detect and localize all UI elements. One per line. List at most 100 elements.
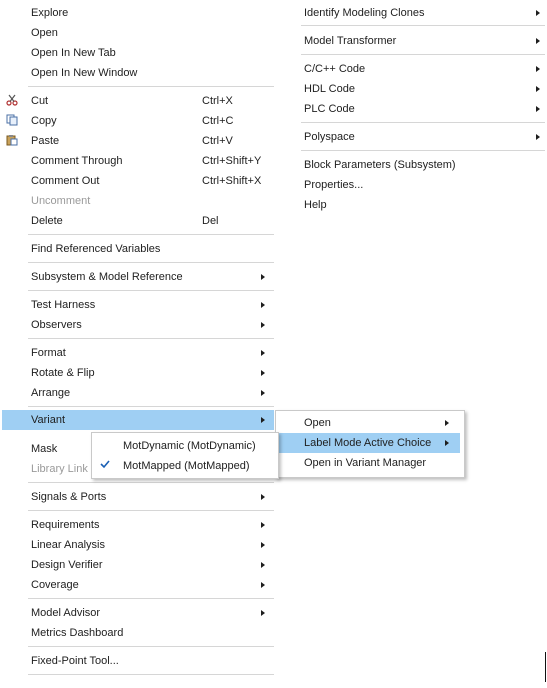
menu-item-format[interactable]: Format [31, 343, 271, 363]
menu-item-help[interactable]: Help [304, 195, 544, 215]
menu-item-label: Comment Through [31, 155, 123, 167]
menu-separator [28, 598, 274, 599]
chevron-right-icon [261, 302, 265, 308]
chevron-right-icon [261, 582, 265, 588]
menu-item-label: Polyspace [304, 131, 355, 143]
menu-item-model-transformer[interactable]: Model Transformer [304, 31, 544, 51]
menu-item-label: MotDynamic (MotDynamic) [123, 440, 256, 452]
menu-item-mask[interactable]: Mask [31, 439, 91, 459]
menu-item-label: Fixed-Point Tool... [31, 655, 119, 667]
menu-item-explore[interactable]: Explore [31, 3, 271, 23]
menu-separator [28, 482, 274, 483]
menu-item-comment-out[interactable]: Comment Out Ctrl+Shift+X [31, 171, 271, 191]
menu-item-find-referenced-variables[interactable]: Find Referenced Variables [31, 239, 271, 259]
menu-item-label: Paste [31, 135, 60, 147]
menu-item-design-verifier[interactable]: Design Verifier [31, 555, 271, 575]
menu-item-variant[interactable]: Variant [31, 410, 271, 430]
menu-separator [301, 54, 545, 55]
menu-item-label: Variant [31, 414, 66, 426]
variant-submenu: Open Label Mode Active Choice Open in Va… [275, 410, 465, 478]
menu-item-linear-analysis[interactable]: Linear Analysis [31, 535, 271, 555]
menu-item-open[interactable]: Open [31, 23, 271, 43]
menu-item-comment-through[interactable]: Comment Through Ctrl+Shift+Y [31, 151, 271, 171]
scissors-icon [6, 94, 18, 106]
menu-item-fixed-point-tool[interactable]: Fixed-Point Tool... [31, 651, 271, 671]
menu-separator [28, 338, 274, 339]
menu-item-signals-ports[interactable]: Signals & Ports [31, 487, 271, 507]
menu-item-model-advisor[interactable]: Model Advisor [31, 603, 271, 623]
menu-item-copy[interactable]: Copy Ctrl+C [31, 111, 271, 131]
chevron-right-icon [261, 542, 265, 548]
menu-item-label: Model Transformer [304, 35, 397, 47]
menu-item-label: Delete [31, 215, 63, 227]
menu-item-rotate-flip[interactable]: Rotate & Flip [31, 363, 271, 383]
menu-item-label: Properties... [304, 179, 364, 191]
chevron-right-icon [261, 350, 265, 356]
menu-item-label: Library Link [31, 463, 88, 475]
menu-item-label: Metrics Dashboard [31, 627, 124, 639]
menu-item-label: Observers [31, 319, 82, 331]
menu-item-hdl-code[interactable]: HDL Code [304, 79, 544, 99]
menu-item-observers[interactable]: Observers [31, 315, 271, 335]
menu-item-arrange[interactable]: Arrange [31, 383, 271, 403]
menu-item-label: Subsystem & Model Reference [31, 271, 183, 283]
choice-item-mot-dynamic[interactable]: MotDynamic (MotDynamic) [123, 436, 273, 456]
menu-item-label: Open in Variant Manager [304, 457, 427, 469]
menu-item-label: Copy [31, 115, 57, 127]
chevron-right-icon [536, 38, 540, 44]
menu-separator [28, 510, 274, 511]
menu-item-label: Identify Modeling Clones [304, 7, 425, 19]
chevron-right-icon [536, 134, 540, 140]
menu-item-label: Signals & Ports [31, 491, 107, 503]
submenu-item-open[interactable]: Open [304, 413, 460, 433]
menu-item-paste[interactable]: Paste Ctrl+V [31, 131, 271, 151]
menu-item-label: Label Mode Active Choice [304, 437, 432, 449]
menu-separator [301, 25, 545, 26]
menu-item-block-parameters[interactable]: Block Parameters (Subsystem) [304, 155, 544, 175]
menu-item-subsystem-model-reference[interactable]: Subsystem & Model Reference [31, 267, 271, 287]
menu-item-open-new-window[interactable]: Open In New Window [31, 63, 271, 83]
shortcut-label: Ctrl+Shift+X [202, 175, 262, 187]
menu-item-label: Open [31, 27, 58, 39]
window-edge [545, 652, 546, 682]
chevron-right-icon [261, 522, 265, 528]
menu-item-properties[interactable]: Properties... [304, 175, 544, 195]
menu-item-label: Format [31, 347, 66, 359]
chevron-right-icon [261, 562, 265, 568]
menu-item-label: Test Harness [31, 299, 96, 311]
menu-item-label: Design Verifier [31, 559, 103, 571]
menu-separator [28, 674, 274, 675]
menu-item-label: Linear Analysis [31, 539, 105, 551]
menu-item-label: Uncomment [31, 195, 91, 207]
menu-item-requirements[interactable]: Requirements [31, 515, 271, 535]
context-menu-left: Explore Open Open In New Tab Open In New… [0, 0, 275, 688]
submenu-item-open-in-variant-manager[interactable]: Open in Variant Manager [304, 453, 460, 473]
menu-item-coverage[interactable]: Coverage [31, 575, 271, 595]
menu-separator [301, 122, 545, 123]
chevron-right-icon [536, 86, 540, 92]
menu-item-identify-modeling-clones[interactable]: Identify Modeling Clones [304, 3, 544, 23]
menu-item-label: C/C++ Code [304, 63, 366, 75]
choice-item-mot-mapped[interactable]: MotMapped (MotMapped) [123, 456, 273, 476]
menu-item-label: Block Parameters (Subsystem) [304, 159, 456, 171]
chevron-right-icon [261, 274, 265, 280]
menu-separator [28, 290, 274, 291]
menu-item-delete[interactable]: Delete Del [31, 211, 271, 231]
shortcut-label: Del [202, 215, 219, 227]
menu-item-c-cpp-code[interactable]: C/C++ Code [304, 59, 544, 79]
menu-item-metrics-dashboard[interactable]: Metrics Dashboard [31, 623, 271, 643]
menu-item-label: Arrange [31, 387, 71, 399]
menu-item-label: PLC Code [304, 103, 355, 115]
chevron-right-icon [261, 390, 265, 396]
chevron-right-icon [261, 610, 265, 616]
menu-item-cut[interactable]: Cut Ctrl+X [31, 91, 271, 111]
menu-item-label: HDL Code [304, 83, 355, 95]
menu-item-label: Coverage [31, 579, 79, 591]
chevron-right-icon [536, 66, 540, 72]
menu-item-plc-code[interactable]: PLC Code [304, 99, 544, 119]
menu-separator [28, 86, 274, 87]
menu-item-open-new-tab[interactable]: Open In New Tab [31, 43, 271, 63]
menu-item-polyspace[interactable]: Polyspace [304, 127, 544, 147]
menu-item-test-harness[interactable]: Test Harness [31, 295, 271, 315]
submenu-item-label-mode-active-choice[interactable]: Label Mode Active Choice [304, 433, 460, 453]
